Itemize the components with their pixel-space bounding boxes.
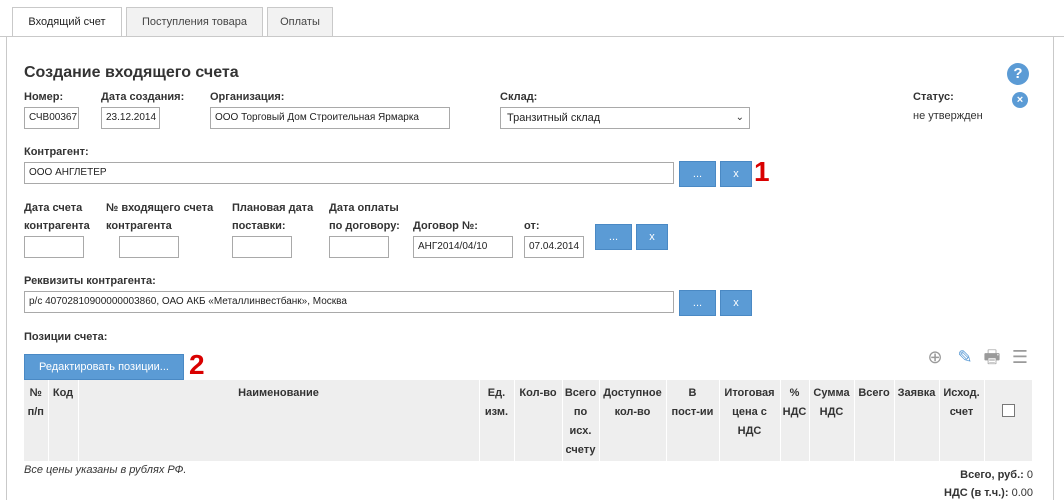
edit-positions-button[interactable]: Редактировать позиции... (24, 354, 184, 380)
total-label: Всего, руб.: (960, 469, 1024, 481)
planned-delivery-date-label-1: Плановая дата (232, 202, 314, 214)
positions-table: № п/п Код Наименование Ед. изм. Кол-во Все… (24, 380, 1032, 461)
column-header[interactable]: Заявка (894, 380, 940, 461)
annotation-marker-2: 2 (189, 349, 205, 380)
planned-delivery-date-field[interactable] (232, 236, 292, 258)
contract-payment-date-field[interactable] (329, 236, 389, 258)
planned-delivery-date-label-2: поставки: (232, 220, 286, 232)
requisites-label: Реквизиты контрагента: (24, 275, 156, 287)
menu-icon[interactable]: ☰ (1008, 345, 1032, 369)
column-header[interactable]: Всего (854, 380, 895, 461)
status-label: Статус: (913, 91, 954, 103)
chevron-down-icon: ⌄ (735, 112, 744, 123)
contract-payment-date-label-2: по договору: (329, 220, 400, 232)
tab-bar: Входящий счет Поступления товара Оплаты (0, 0, 1064, 37)
tab-incoming-invoice[interactable]: Входящий счет (12, 7, 122, 37)
created-date-label: Дата создания: (101, 91, 185, 103)
vat-value: 0.00 (1011, 487, 1033, 499)
organization-field[interactable]: ООО Торговый Дом Строительная Ярмарка (210, 107, 450, 129)
counterparty-label: Контрагент: (24, 146, 89, 158)
contract-browse-button[interactable]: ... (595, 224, 632, 250)
vat-summary: НДС (в т.ч.): 0.00 (944, 487, 1033, 499)
warehouse-value: Транзитный склад (507, 112, 601, 124)
counterparty-browse-button[interactable]: ... (679, 161, 716, 187)
close-icon[interactable]: × (1012, 92, 1028, 108)
column-header[interactable]: Впост-ии (666, 380, 720, 461)
column-header[interactable]: № п/п (24, 380, 49, 461)
column-header[interactable]: Ед. изм. (479, 380, 515, 461)
contract-date-label: от: (524, 220, 540, 232)
page-title: Создание входящего счета (24, 64, 239, 81)
column-header[interactable]: Кол-во (514, 380, 563, 461)
select-all-checkbox[interactable] (1001, 404, 1015, 417)
column-header[interactable]: Сумма НДС (809, 380, 855, 461)
total-summary: Всего, руб.: 0 (960, 469, 1033, 481)
table-header-row: № п/п Код Наименование Ед. изм. Кол-во Все… (24, 380, 1032, 461)
warehouse-select[interactable]: Транзитный склад ⌄ (500, 107, 750, 129)
contract-date-field[interactable]: 07.04.2014 (524, 236, 584, 258)
incoming-invoice-number-label-1: № входящего счета (106, 202, 214, 214)
requisites-browse-button[interactable]: ... (679, 290, 716, 316)
counterparty-clear-button[interactable]: x (720, 161, 752, 187)
requisites-field[interactable]: р/с 40702810900000003860, ОАО АКБ «Метал… (24, 291, 674, 313)
vat-label: НДС (в т.ч.): (944, 487, 1009, 499)
incoming-invoice-number-field[interactable] (119, 236, 179, 258)
annotation-marker-1: 1 (754, 156, 770, 187)
counterparty-invoice-date-label-2: контрагента (24, 220, 90, 232)
column-header[interactable]: Наименование (78, 380, 480, 461)
contract-field[interactable]: АНГ2014/04/10 (413, 236, 513, 258)
requisites-clear-button[interactable]: x (720, 290, 752, 316)
tab-payments[interactable]: Оплаты (267, 7, 333, 37)
counterparty-invoice-date-field[interactable] (24, 236, 84, 258)
print-icon[interactable]: 🖶 (980, 345, 1004, 369)
number-field[interactable]: СЧВ00367 (24, 107, 79, 129)
currency-footnote: Все цены указаны в рублях РФ. (24, 464, 187, 476)
warehouse-label: Склад: (500, 91, 538, 103)
counterparty-field[interactable]: ООО АНГЛЕТЕР (24, 162, 674, 184)
column-header[interactable]: % НДС (780, 380, 810, 461)
column-header[interactable]: Всего по исх. счету (562, 380, 600, 461)
created-date-field[interactable]: 23.12.2014 (101, 107, 160, 129)
organization-label: Организация: (210, 91, 285, 103)
total-value: 0 (1026, 469, 1033, 481)
contract-payment-date-label-1: Дата оплаты (329, 202, 399, 214)
counterparty-invoice-date-label-1: Дата счета (24, 202, 83, 214)
number-label: Номер: (24, 91, 64, 103)
status-value: не утвержден (913, 110, 983, 122)
contract-clear-button[interactable]: x (636, 224, 668, 250)
contract-label: Договор №: (413, 220, 478, 232)
help-icon[interactable]: ? (1007, 63, 1029, 85)
column-header[interactable]: Код (48, 380, 79, 461)
tab-goods-receipts[interactable]: Поступления товара (126, 7, 263, 37)
column-header[interactable]: Исход. счет (939, 380, 985, 461)
column-header[interactable]: Доступное кол-во (599, 380, 667, 461)
add-icon[interactable]: ⊕ (923, 345, 947, 369)
edit-icon[interactable]: ✎ (953, 345, 977, 369)
column-header[interactable]: Итоговая цена с НДС (719, 380, 781, 461)
incoming-invoice-number-label-2: контрагента (106, 220, 172, 232)
select-all-column (984, 380, 1032, 461)
positions-label: Позиции счета: (24, 331, 108, 343)
